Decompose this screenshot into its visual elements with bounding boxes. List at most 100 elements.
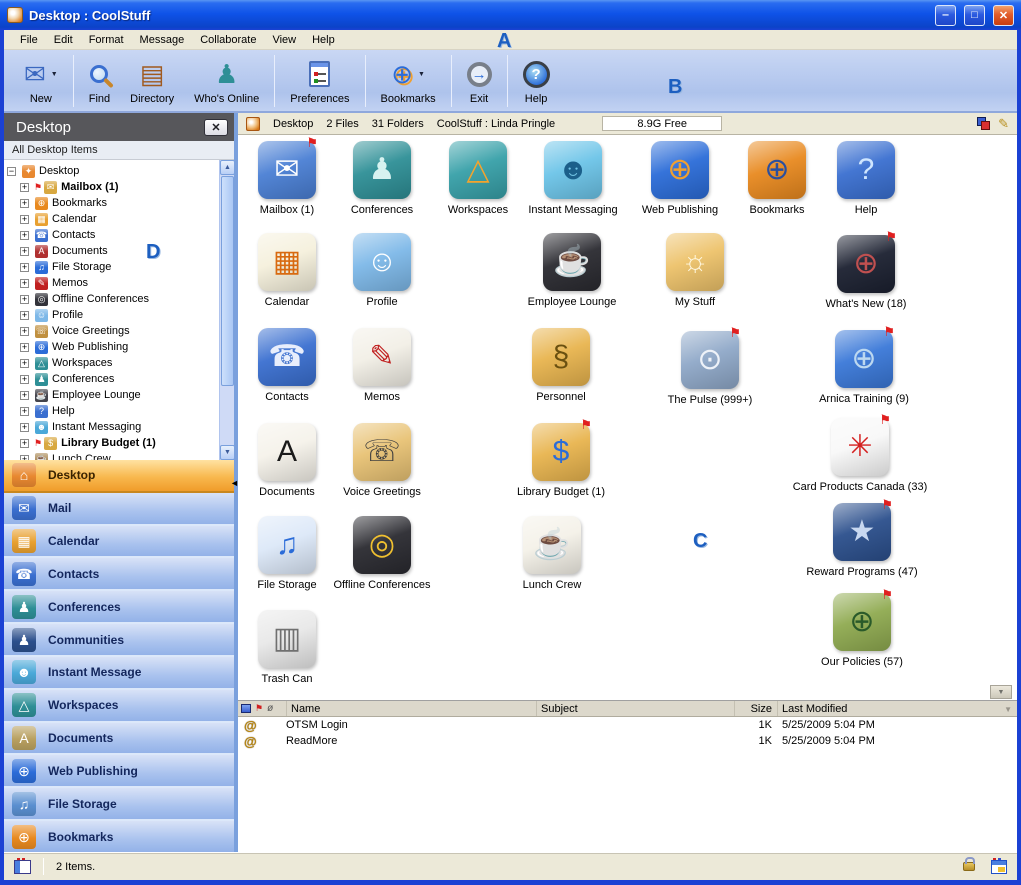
desktop-icon-profile[interactable]: ☺Profile <box>322 233 442 308</box>
tree-expand-box[interactable]: + <box>20 199 29 208</box>
tree-expand-box[interactable]: + <box>20 439 29 448</box>
sidebar-close-button[interactable]: ✕ <box>204 119 228 136</box>
menu-help[interactable]: Help <box>304 34 343 46</box>
toolbar-new-button[interactable]: ✉▼ New <box>14 54 68 107</box>
toolbar-exit-button[interactable]: → Exit <box>457 54 502 107</box>
desktop-icon-the-pulse[interactable]: ⊙⚑The Pulse (999+) <box>650 331 770 406</box>
toggle-sidebar-icon[interactable] <box>14 860 31 874</box>
tree-item-voice-greetings[interactable]: +☏Voice Greetings <box>4 323 234 339</box>
tree-item-workspaces[interactable]: +△Workspaces <box>4 355 234 371</box>
file-row-otsm-login[interactable]: @ OTSM Login 1K 5/25/2009 5:04 PM <box>238 717 1017 733</box>
nav-mail[interactable]: ✉Mail <box>4 493 234 526</box>
header-icon-column[interactable]: ⚑ ø <box>238 701 286 716</box>
desktop-icon-lunch-crew[interactable]: ☕Lunch Crew <box>492 516 612 591</box>
tree-expand-box[interactable]: + <box>20 231 29 240</box>
file-list-header[interactable]: ⚑ ø Name Subject Size Last Modified ▼ <box>238 701 1017 717</box>
desktop-icon-voice-greetings[interactable]: ☏Voice Greetings <box>322 423 442 498</box>
minimize-button[interactable]: ‒ <box>935 5 956 26</box>
tree-collapse-box[interactable]: − <box>7 167 16 176</box>
nav-communities[interactable]: ♟Communities <box>4 624 234 657</box>
nav-web-publishing[interactable]: ⊕Web Publishing <box>4 755 234 788</box>
scroll-down-button[interactable]: ▼ <box>220 445 234 460</box>
desktop-icon-personnel[interactable]: §Personnel <box>501 328 621 403</box>
chevron-down-icon[interactable]: ▼ <box>418 71 425 78</box>
toolbar-directory-button[interactable]: ▤ Directory <box>120 54 184 107</box>
window-view-icon[interactable] <box>991 860 1007 874</box>
menu-collaborate[interactable]: Collaborate <box>192 34 264 46</box>
header-subject[interactable]: Subject <box>536 701 734 716</box>
close-button[interactable]: ✕ <box>993 5 1014 26</box>
tree-expand-box[interactable]: + <box>20 407 29 416</box>
tree-expand-box[interactable]: + <box>20 215 29 224</box>
tree-expand-box[interactable]: + <box>20 327 29 336</box>
title-bar[interactable]: Desktop : CoolStuff ‒ □ ✕ <box>0 0 1021 30</box>
tree-expand-box[interactable]: + <box>20 455 29 461</box>
tree-expand-box[interactable]: + <box>20 247 29 256</box>
toolbar-find-button[interactable]: Find <box>79 54 120 107</box>
sidebar-filter-bar[interactable]: All Desktop Items <box>4 141 234 160</box>
tree-item-calendar[interactable]: +▦Calendar <box>4 211 234 227</box>
nav-workspaces[interactable]: △Workspaces <box>4 690 234 723</box>
desktop-icon-whats-new[interactable]: ⊕⚑What's New (18) <box>806 235 926 310</box>
tree-expand-box[interactable]: + <box>20 391 29 400</box>
canvas-scroll-down-button[interactable]: ▼ <box>990 685 1012 699</box>
sort-indicator-icon[interactable]: ▼ <box>1004 705 1012 714</box>
header-last-modified[interactable]: Last Modified <box>777 701 1017 716</box>
file-row-readmore[interactable]: @ ReadMore 1K 5/25/2009 5:04 PM <box>238 733 1017 749</box>
tree-expand-box[interactable]: + <box>20 359 29 368</box>
tree-expand-box[interactable]: + <box>20 311 29 320</box>
menu-edit[interactable]: Edit <box>46 34 81 46</box>
tree-expand-box[interactable]: + <box>20 375 29 384</box>
nav-desktop[interactable]: ⌂Desktop <box>4 460 234 493</box>
tree-item-offline-conferences[interactable]: +◎Offline Conferences <box>4 291 234 307</box>
tree-item-file-storage[interactable]: +♫File Storage <box>4 259 234 275</box>
tree-expand-box[interactable]: + <box>20 295 29 304</box>
tree-item-library-budget[interactable]: +⚑$Library Budget (1) <box>4 435 234 451</box>
desktop-icon-trash-can[interactable]: ▥Trash Can <box>238 610 347 685</box>
tree-item-lunch-crew[interactable]: +☕Lunch Crew <box>4 451 234 460</box>
nav-calendar[interactable]: ▦Calendar <box>4 526 234 559</box>
toolbar-whos-online-button[interactable]: ♟ Who's Online <box>184 54 269 107</box>
toolbar-preferences-button[interactable]: Preferences <box>280 54 359 107</box>
nav-bookmarks[interactable]: ⊕Bookmarks <box>4 821 234 852</box>
nav-conferences[interactable]: ♟Conferences <box>4 591 234 624</box>
header-size[interactable]: Size <box>734 701 777 716</box>
tree-item-contacts[interactable]: +☎Contacts <box>4 227 234 243</box>
tree-item-conferences[interactable]: +♟Conferences <box>4 371 234 387</box>
tree-item-memos[interactable]: +✎Memos <box>4 275 234 291</box>
menu-message[interactable]: Message <box>132 34 193 46</box>
tree-item-web-publishing[interactable]: +⊕Web Publishing <box>4 339 234 355</box>
desktop-icon-our-policies[interactable]: ⊕⚑Our Policies (57) <box>802 593 922 668</box>
chevron-down-icon[interactable]: ▼ <box>51 71 58 78</box>
tree-item-bookmarks[interactable]: +⊕Bookmarks <box>4 195 234 211</box>
tree-expand-box[interactable]: + <box>20 279 29 288</box>
maximize-button[interactable]: □ <box>964 5 985 26</box>
tree-expand-box[interactable]: + <box>20 263 29 272</box>
tree-expand-box[interactable]: + <box>20 423 29 432</box>
nav-instant-message[interactable]: ☻Instant Message <box>4 657 234 690</box>
tree-item-profile[interactable]: +☺Profile <box>4 307 234 323</box>
tree-expand-box[interactable]: + <box>20 183 29 192</box>
nav-contacts[interactable]: ☎Contacts <box>4 558 234 591</box>
tree-item-documents[interactable]: +ADocuments <box>4 243 234 259</box>
pencil-edit-icon[interactable]: ✎ <box>998 116 1009 132</box>
toolbar-bookmarks-button[interactable]: ⊕▼ Bookmarks <box>371 54 446 107</box>
desktop-icon-arnica-training[interactable]: ⊕⚑Arnica Training (9) <box>804 330 924 405</box>
desktop-icon-my-stuff[interactable]: ☼My Stuff <box>635 233 755 308</box>
desktop-icon-reward-programs[interactable]: ★⚑Reward Programs (47) <box>802 503 922 578</box>
tree-scrollbar[interactable]: ▲ ▼ <box>219 160 234 460</box>
menu-view[interactable]: View <box>264 34 304 46</box>
scrollbar-thumb[interactable] <box>221 176 234 386</box>
toolbar-help-button[interactable]: ? Help <box>513 54 560 107</box>
tree-item-instant-messaging[interactable]: +☻Instant Messaging <box>4 419 234 435</box>
desktop-icon-library-budget[interactable]: $⚑Library Budget (1) <box>501 423 621 498</box>
tree-item-help[interactable]: +?Help <box>4 403 234 419</box>
desktop-icon-card-products-canada[interactable]: ✳⚑Card Products Canada (33) <box>800 418 920 493</box>
menu-file[interactable]: File <box>12 34 46 46</box>
header-name[interactable]: Name <box>286 701 536 716</box>
tree-item-mailbox[interactable]: +⚑✉Mailbox (1) <box>4 179 234 195</box>
scroll-up-button[interactable]: ▲ <box>220 160 234 175</box>
tree-item-employee-lounge[interactable]: +☕Employee Lounge <box>4 387 234 403</box>
desktop-icon-help[interactable]: ?Help <box>806 141 926 216</box>
desktop-icon-memos[interactable]: ✎Memos <box>322 328 442 403</box>
